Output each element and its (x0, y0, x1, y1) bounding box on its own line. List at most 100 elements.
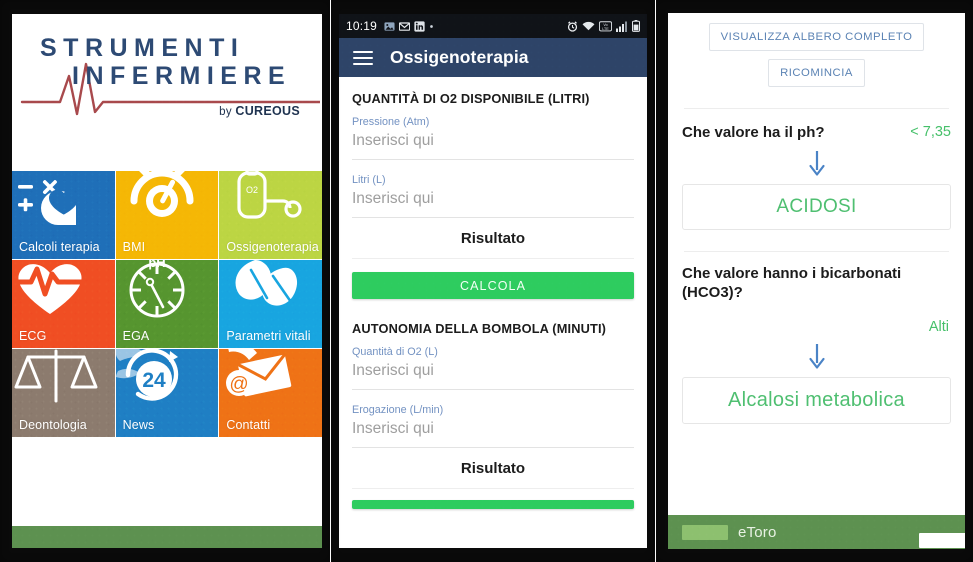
svg-text:24: 24 (142, 369, 166, 392)
tile-label: News (122, 418, 155, 432)
app-bar-title: Ossigenoterapia (390, 47, 529, 67)
tile-ossigenoterapia[interactable]: O2 Ossigenoterapia (219, 171, 322, 259)
app-logo: STRUMENTI INFERMIERE by CUREOUS (12, 14, 322, 164)
globe-24-icon: 24 (115, 349, 178, 401)
step-1: Che valore ha il ph? < 7,35 (682, 109, 951, 142)
scales-icon (14, 349, 98, 403)
tile-ecg[interactable]: ECG (12, 260, 115, 348)
wifi-icon (582, 21, 595, 32)
question-text: Che valore ha il ph? (682, 124, 825, 141)
field-label: Erogazione (L/min) (352, 404, 444, 416)
app-home-screen: STRUMENTI INFERMIERE by CUREOUS Calcoli … (12, 14, 322, 548)
home-tile-grid: Calcoli terapia BMI O2 Ossigenoterapia E… (12, 171, 322, 437)
linkedin-icon (414, 20, 425, 32)
erogazione-input[interactable]: Inserisci qui (352, 418, 634, 448)
photo-icon (384, 21, 395, 32)
field-label: Pressione (Atm) (352, 116, 430, 128)
speedometer-icon (130, 171, 194, 217)
visualizza-albero-completo-button[interactable]: VISUALIZZA ALBERO COMPLETO (708, 23, 925, 51)
form-body: QUANTITÀ DI O2 DISPONIBILE (LITRI) Press… (339, 77, 647, 548)
calculator-heart-icon (18, 180, 79, 225)
ricomincia-button[interactable]: RICOMINCIA (768, 59, 865, 87)
logo-line-2: INFERMIERE (72, 62, 292, 90)
tile-label: Ossigenoterapia (226, 240, 319, 254)
ossigenoterapia-screen: 10:19 Vo LTE Ossigenoterapia QUANTITÀ DI… (339, 14, 647, 548)
field-erogazione: Erogazione (L/min) Inserisci qui (352, 390, 634, 448)
question-text: Che valore hanno i bicarbonati (HCO3)? (682, 265, 902, 302)
app-bar: Ossigenoterapia (339, 38, 647, 77)
litri-input[interactable]: Inserisci qui (352, 188, 634, 218)
svg-text:pH: pH (148, 260, 165, 270)
field-quantita-o2: Quantità di O2 (L) Inserisci qui (352, 342, 634, 390)
status-time: 10:19 (346, 19, 378, 33)
calcola-button-1[interactable]: CALCOLA (352, 272, 634, 299)
arrow-down-icon (682, 335, 951, 375)
risultato-row-1: Risultato (352, 218, 634, 259)
tile-label: Calcoli terapia (19, 240, 100, 254)
field-label: Litri (L) (352, 174, 386, 186)
logo-by-prefix: by (219, 106, 236, 118)
left-screenshot-panel: STRUMENTI INFERMIERE by CUREOUS Calcoli … (0, 0, 330, 562)
hamburger-icon[interactable] (353, 50, 373, 65)
logo-byline: by CUREOUS (219, 104, 300, 118)
risultato-row-2: Risultato (352, 448, 634, 489)
status-bar: 10:19 Vo LTE (339, 14, 647, 38)
tile-label: Deontologia (19, 418, 87, 432)
tile-calcoli-terapia[interactable]: Calcoli terapia (12, 171, 115, 259)
tile-bmi[interactable]: BMI (115, 171, 219, 259)
result-box-2[interactable]: Alcalosi metabolica (682, 376, 951, 424)
arrow-down-icon (682, 142, 951, 182)
ega-decision-tree-screen: VISUALIZZA ALBERO COMPLETO RICOMINCIA Ch… (668, 13, 965, 549)
restart-row: RICOMINCIA (682, 51, 951, 87)
tile-label: BMI (122, 240, 146, 254)
tile-label: ECG (19, 329, 47, 343)
answer-value: < 7,35 (910, 124, 951, 140)
svg-text:@: @ (230, 374, 249, 395)
etoro-brand-label: eToro (738, 523, 777, 541)
result-text: ACIDOSI (776, 196, 857, 218)
quantita-o2-input[interactable]: Inserisci qui (352, 360, 634, 390)
tile-label: Parametri vitali (226, 329, 311, 343)
dot-icon (429, 24, 434, 29)
decision-tree-body: VISUALIZZA ALBERO COMPLETO RICOMINCIA Ch… (668, 13, 965, 549)
full-tree-row: VISUALIZZA ALBERO COMPLETO (682, 13, 951, 51)
gmail-icon (399, 21, 411, 32)
tile-label: EGA (122, 329, 150, 343)
etoro-ad-banner[interactable]: eToro (668, 515, 965, 549)
section-title: QUANTITÀ DI O2 DISPONIBILE (LITRI) (352, 91, 590, 106)
etoro-logo-icon (682, 524, 728, 540)
pressione-input[interactable]: Inserisci qui (352, 130, 634, 160)
tile-parametri-vitali[interactable]: Parametri vitali (219, 260, 322, 348)
etoro-install-button[interactable] (919, 533, 965, 548)
result-text: Alcalosi metabolica (728, 388, 905, 411)
screenshot-collage: STRUMENTI INFERMIERE by CUREOUS Calcoli … (0, 0, 973, 562)
volte-icon: Vo LTE (599, 20, 612, 32)
section-title: AUTONOMIA DELLA BOMBOLA (MINUTI) (352, 321, 607, 336)
mail-at-phone-icon: @ (226, 349, 292, 397)
result-box-1[interactable]: ACIDOSI (682, 184, 951, 231)
tile-ega[interactable]: pH EGA (115, 260, 219, 348)
right-screenshot-panel: VISUALIZZA ALBERO COMPLETO RICOMINCIA Ch… (656, 0, 973, 562)
heart-ecg-icon (12, 264, 91, 314)
field-pressione: Pressione (Atm) Inserisci qui (352, 112, 634, 160)
svg-text:O2: O2 (246, 185, 258, 195)
answer-value: Alti (928, 318, 949, 335)
leaves-icon (235, 260, 298, 306)
tile-contatti[interactable]: @ Contatti (219, 349, 322, 437)
ph-gauge-icon: pH (129, 260, 185, 318)
field-label: Quantità di O2 (L) (352, 346, 438, 358)
left-ad-banner[interactable] (12, 526, 322, 548)
signal-icon (616, 21, 628, 32)
tile-deontologia[interactable]: Deontologia (12, 349, 115, 437)
tile-label: Contatti (226, 418, 271, 432)
logo-brand: CUREOUS (235, 104, 300, 118)
middle-screenshot-panel: 10:19 Vo LTE Ossigenoterapia QUANTITÀ DI… (331, 0, 655, 562)
battery-icon (632, 20, 640, 32)
calcola-button-2[interactable] (352, 500, 634, 509)
logo-line-1: STRUMENTI (40, 34, 245, 62)
tile-news[interactable]: 24 News (115, 349, 219, 437)
alarm-icon (567, 20, 578, 32)
oxygen-cylinder-icon: O2 (237, 171, 302, 219)
svg-text:LTE: LTE (602, 26, 609, 30)
field-litri: Litri (L) Inserisci qui (352, 160, 634, 218)
